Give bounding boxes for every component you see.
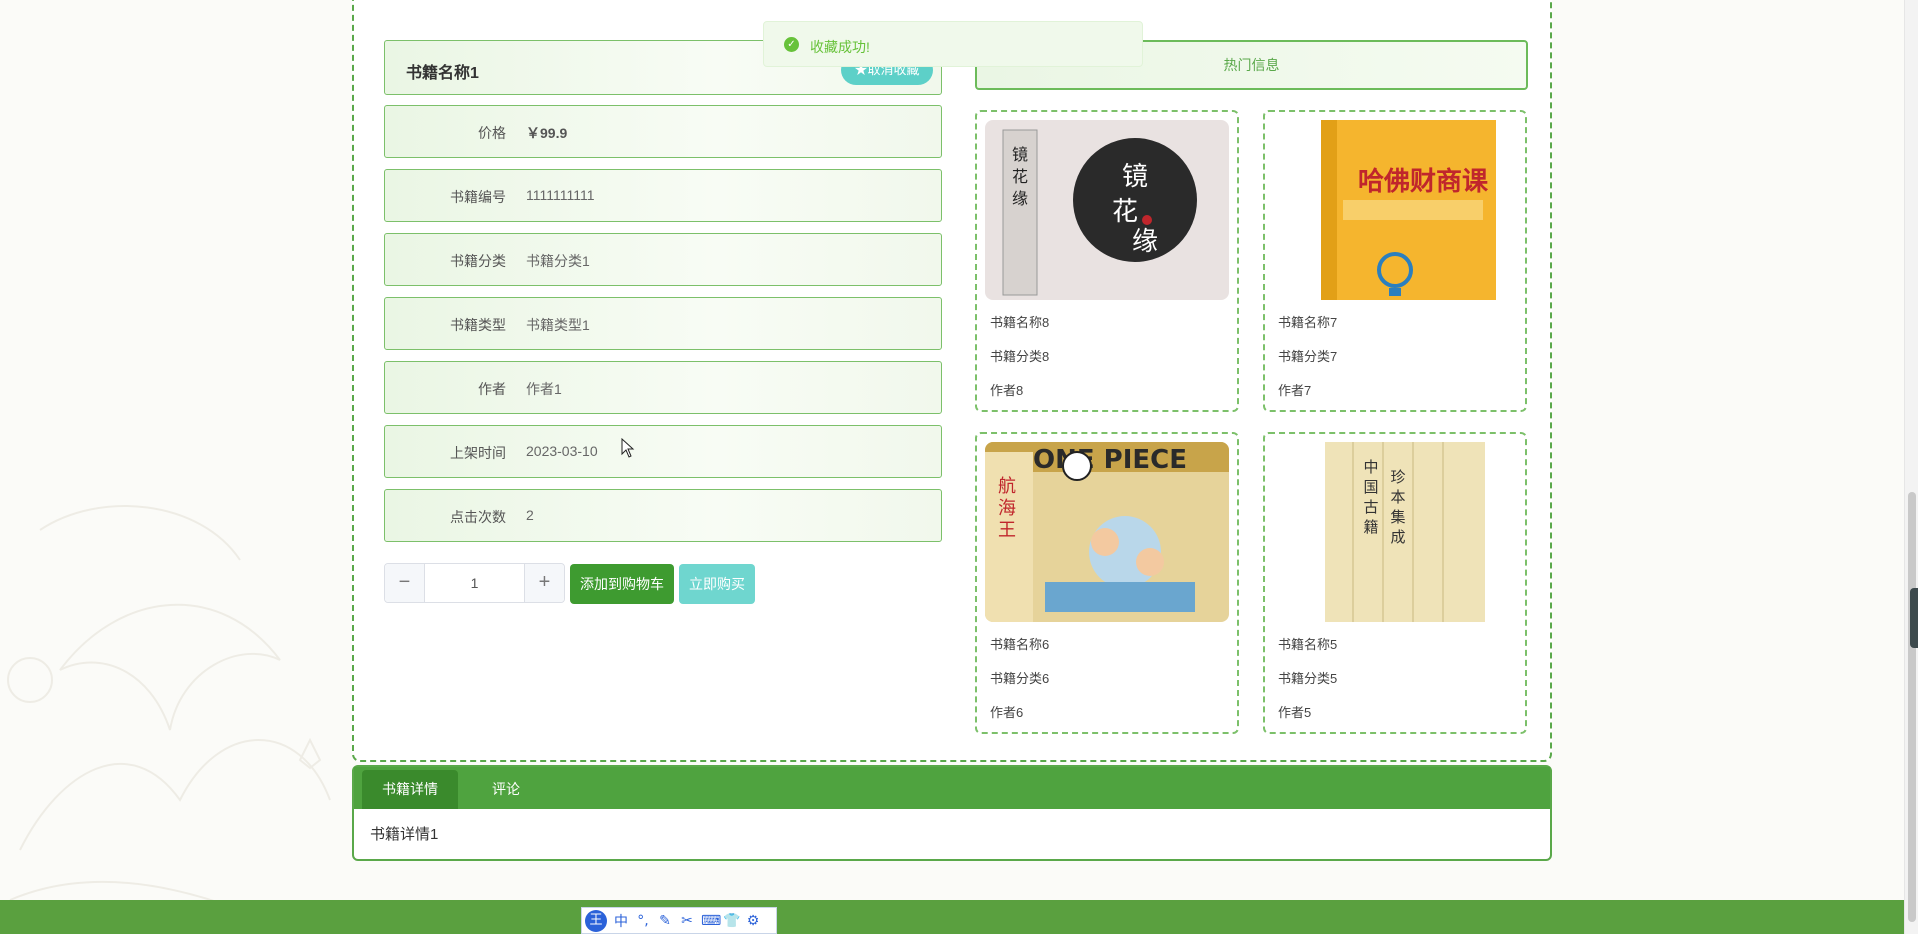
hot-book-name: 书籍名称5 <box>1278 637 1338 652</box>
svg-text:国: 国 <box>1363 478 1378 496</box>
field-shelf-date: 上架时间 2023-03-10 <box>384 425 942 478</box>
mouse-cursor-icon <box>621 438 635 458</box>
buy-now-button[interactable]: 立即购买 <box>679 564 755 604</box>
hot-book-author: 作者7 <box>1278 383 1312 398</box>
field-label: 点击次数 <box>450 509 506 525</box>
hot-book-name: 书籍名称7 <box>1278 315 1338 330</box>
ime-toolbar: 王 中 °, ✎ ✂ ⌨ 👕 ⚙ <box>581 907 777 934</box>
svg-text:成: 成 <box>1390 528 1405 546</box>
hot-book-author: 作者5 <box>1278 705 1312 720</box>
ime-handwrite-icon[interactable]: ✎ <box>657 913 673 929</box>
ime-keyboard-icon[interactable]: ⌨ <box>701 913 721 929</box>
hot-book-category: 书籍分类5 <box>1278 671 1338 686</box>
scrollbar-thumb[interactable] <box>1908 492 1916 922</box>
hot-book-category: 书籍分类7 <box>1278 349 1338 364</box>
svg-text:花: 花 <box>1012 167 1028 186</box>
field-value: 作者1 <box>526 381 562 397</box>
svg-text:哈佛财商课: 哈佛财商课 <box>1358 166 1489 197</box>
page-scrollbar[interactable] <box>1904 0 1918 934</box>
hot-book-author: 作者8 <box>990 383 1024 398</box>
hot-book-card[interactable]: 哈佛财商课 书籍名称7 书籍分类7 作者7 <box>1263 110 1527 412</box>
field-value: 书籍分类1 <box>526 253 590 269</box>
hot-book-card[interactable]: ONE PIECE 航 海 王 书籍名称6 书籍分类6 作者6 <box>975 432 1239 734</box>
svg-text:花: 花 <box>1112 197 1138 227</box>
svg-text:珍: 珍 <box>1390 468 1405 486</box>
lotus-background-decoration <box>7 505 331 910</box>
book-cover-image: 哈佛财商课 <box>1273 120 1517 300</box>
ime-skin-icon[interactable]: 👕 <box>723 913 740 929</box>
side-drawer-handle[interactable] <box>1910 588 1918 648</box>
book-cover-image: 镜 花 缘 镜 花 缘 <box>985 120 1229 300</box>
ime-logo-icon[interactable]: 王 <box>585 909 607 932</box>
field-value: 书籍类型1 <box>526 317 590 333</box>
quantity-input[interactable] <box>425 564 524 602</box>
tab-bar: 书籍详情 评论 <box>354 767 1550 809</box>
hot-book-card[interactable]: 中 国 古 籍 珍 本 集 成 书籍名称5 书籍分类5 作者5 <box>1263 432 1527 734</box>
svg-text:古: 古 <box>1363 498 1378 516</box>
hot-book-category: 书籍分类8 <box>990 349 1050 364</box>
field-label: 价格 <box>478 125 506 141</box>
field-price: 价格 ￥99.9 <box>384 105 942 158</box>
detail-tabs: 书籍详情 评论 书籍详情1 <box>352 765 1552 861</box>
field-book-number: 书籍编号 1111111111 <box>384 169 942 222</box>
book-cover-image: ONE PIECE 航 海 王 <box>985 442 1229 622</box>
toast-message: 收藏成功! <box>810 39 870 55</box>
field-value: ￥99.9 <box>526 125 568 141</box>
field-label: 书籍分类 <box>450 253 506 269</box>
svg-text:中: 中 <box>1363 458 1378 476</box>
book-title: 书籍名称1 <box>406 65 479 82</box>
field-label: 书籍编号 <box>450 189 506 205</box>
svg-text:镜: 镜 <box>1122 162 1148 192</box>
svg-text:ONE PIECE: ONE PIECE <box>1033 445 1187 475</box>
tab-content: 书籍详情1 <box>370 826 439 843</box>
field-author: 作者 作者1 <box>384 361 942 414</box>
field-label: 作者 <box>478 381 506 397</box>
ime-scissors-icon[interactable]: ✂ <box>679 913 695 929</box>
hot-book-category: 书籍分类6 <box>990 671 1050 686</box>
quantity-increase-button[interactable]: + <box>524 564 564 602</box>
ime-settings-icon[interactable]: ⚙ <box>745 913 761 929</box>
book-cover-image: 中 国 古 籍 珍 本 集 成 <box>1273 442 1517 622</box>
tab-comments[interactable]: 评论 <box>466 770 546 809</box>
svg-text:镜: 镜 <box>1012 145 1028 164</box>
hot-book-name: 书籍名称8 <box>990 315 1050 330</box>
footer-bar <box>0 900 1904 934</box>
field-value: 1111111111 <box>526 187 595 203</box>
hot-book-author: 作者6 <box>990 705 1024 720</box>
field-value: 2 <box>526 507 534 523</box>
field-category: 书籍分类 书籍分类1 <box>384 233 942 286</box>
svg-text:集: 集 <box>1390 508 1405 526</box>
svg-text:缘: 缘 <box>1132 227 1158 257</box>
hot-book-name: 书籍名称6 <box>990 637 1050 652</box>
hot-book-card[interactable]: 镜 花 缘 镜 花 缘 书籍名称8 书籍分类8 作者8 <box>975 110 1239 412</box>
svg-text:海: 海 <box>998 498 1016 519</box>
field-label: 上架时间 <box>450 445 506 461</box>
quantity-stepper: − + <box>384 563 565 603</box>
tab-book-details[interactable]: 书籍详情 <box>362 770 458 809</box>
field-type: 书籍类型 书籍类型1 <box>384 297 942 350</box>
svg-text:本: 本 <box>1390 488 1405 506</box>
svg-text:航: 航 <box>998 476 1016 497</box>
field-value: 2023-03-10 <box>526 443 598 459</box>
svg-text:缘: 缘 <box>1012 189 1028 208</box>
svg-text:籍: 籍 <box>1363 518 1378 536</box>
ime-language-icon[interactable]: 中 <box>613 911 629 931</box>
svg-text:王: 王 <box>998 520 1016 541</box>
add-to-cart-button[interactable]: 添加到购物车 <box>570 564 674 604</box>
ime-punctuation-icon[interactable]: °, <box>635 913 651 929</box>
quantity-decrease-button[interactable]: − <box>385 564 425 602</box>
success-toast: ✓ 收藏成功! <box>763 21 1143 67</box>
field-label: 书籍类型 <box>450 317 506 333</box>
check-circle-icon: ✓ <box>784 37 799 52</box>
field-click-count: 点击次数 2 <box>384 489 942 542</box>
